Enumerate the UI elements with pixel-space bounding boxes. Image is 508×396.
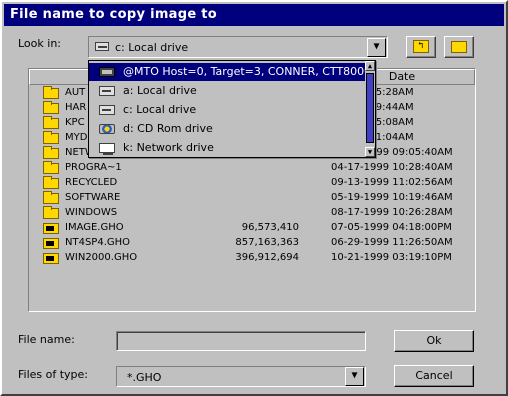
file-name: IMAGE.GHO (65, 222, 124, 233)
file-name: NT4SP4.GHO (65, 237, 131, 248)
dropdown-scrollbar[interactable]: ▲ ▼ (365, 61, 375, 157)
folder-icon (43, 131, 59, 144)
folder-icon (43, 191, 59, 204)
cancel-button[interactable]: Cancel (394, 365, 474, 387)
file-date: 08-17-1999 10:26:28AM (331, 207, 453, 218)
list-item[interactable]: RECYCLED 09-13-1999 11:02:56AM (29, 176, 475, 190)
file-type-value: *.GHO (127, 371, 162, 384)
dropdown-item-label: c: Local drive (123, 103, 197, 116)
scroll-up-arrow-icon[interactable]: ▲ (365, 61, 375, 71)
up-folder-icon: ↰ (413, 40, 429, 53)
dropdown-item-scsi[interactable]: @MTO Host=0, Target=3, CONNER, CTT8000- (89, 63, 375, 81)
look-in-value: c: Local drive (115, 41, 189, 54)
file-size: 96,573,410 (241, 222, 299, 233)
scroll-thumb[interactable] (366, 73, 374, 143)
dropdown-item-k-drive[interactable]: k: Network drive (89, 139, 367, 157)
ghost-image-icon (43, 238, 59, 249)
look-in-dropdown-list[interactable]: @MTO Host=0, Target=3, CONNER, CTT8000- … (88, 60, 376, 158)
file-date: 04-17-1999 10:28:40AM (331, 162, 453, 173)
drive-icon (95, 42, 109, 51)
file-name: WIN2000.GHO (65, 252, 138, 263)
file-name: RECYCLED (65, 177, 118, 188)
list-item[interactable]: WINDOWS 08-17-1999 10:26:28AM (29, 206, 475, 220)
look-in-dropdown-button[interactable]: ▼ (367, 38, 386, 57)
drive-icon (99, 86, 115, 96)
list-item[interactable]: IMAGE.GHO 96,573,410 07-05-1999 04:18:00… (29, 222, 475, 235)
file-name: MYD (65, 132, 88, 143)
dropdown-item-c-drive[interactable]: c: Local drive (89, 101, 367, 119)
dropdown-item-label: k: Network drive (123, 141, 214, 154)
file-size: 396,912,694 (235, 252, 299, 263)
list-item[interactable]: WIN2000.GHO 396,912,694 10-21-1999 03:19… (29, 252, 475, 265)
folder-icon (43, 86, 59, 99)
folder-icon (43, 206, 59, 219)
file-date: 10-21-1999 03:19:10PM (331, 252, 452, 263)
up-folder-button[interactable]: ↰ (406, 36, 436, 58)
look-in-label: Look in: (18, 37, 61, 50)
look-in-combo[interactable]: c: Local drive ▼ (88, 36, 388, 58)
file-name: AUT (65, 87, 86, 98)
file-name-input[interactable] (116, 331, 366, 351)
file-name: KPC (65, 117, 85, 128)
save-file-dialog: File name to copy image to Look in: c: L… (0, 0, 508, 396)
new-folder-icon (451, 41, 467, 53)
drive-icon (99, 105, 115, 115)
dropdown-item-a-drive[interactable]: a: Local drive (89, 82, 367, 100)
file-date: 07-05-1999 04:18:00PM (331, 222, 452, 233)
ghost-image-icon (43, 253, 59, 264)
ghost-image-icon (43, 223, 59, 234)
folder-icon (43, 176, 59, 189)
dropdown-item-label: @MTO Host=0, Target=3, CONNER, CTT8000- (123, 65, 376, 78)
list-item[interactable]: NT4SP4.GHO 857,163,363 06-29-1999 11:26:… (29, 237, 475, 250)
file-type-label: Files of type: (18, 368, 89, 381)
file-name: WINDOWS (65, 207, 118, 218)
ok-button[interactable]: Ok (394, 330, 474, 352)
list-item[interactable]: SOFTWARE 05-19-1999 10:19:46AM (29, 191, 475, 205)
file-name: HAR (65, 102, 87, 113)
folder-icon (43, 161, 59, 174)
ok-button-label: Ok (426, 334, 442, 347)
folder-icon (43, 116, 59, 129)
title-bar: File name to copy image to (4, 4, 504, 26)
cancel-button-label: Cancel (415, 369, 453, 382)
dropdown-item-label: a: Local drive (123, 84, 197, 97)
folder-icon (43, 146, 59, 159)
dropdown-item-label: d: CD Rom drive (123, 122, 213, 135)
dialog-title: File name to copy image to (10, 7, 218, 22)
folder-icon (43, 101, 59, 114)
file-date: 09-13-1999 11:02:56AM (331, 177, 453, 188)
file-type-combo[interactable]: *.GHO ▼ (116, 366, 366, 387)
file-name: PROGRA~1 (65, 162, 122, 173)
file-type-dropdown-button[interactable]: ▼ (345, 367, 364, 386)
network-drive-icon (99, 143, 115, 155)
scroll-down-arrow-icon[interactable]: ▼ (365, 147, 375, 157)
dropdown-item-d-drive[interactable]: d: CD Rom drive (89, 120, 367, 138)
file-name: SOFTWARE (65, 192, 121, 203)
file-name-label: File name: (18, 333, 75, 346)
file-date: 06-29-1999 11:26:50AM (331, 237, 453, 248)
cdrom-icon (99, 124, 115, 134)
list-item[interactable]: PROGRA~1 04-17-1999 10:28:40AM (29, 161, 475, 175)
new-folder-button[interactable] (444, 36, 474, 58)
file-size: 857,163,363 (235, 237, 299, 248)
file-date: 05-19-1999 10:19:46AM (331, 192, 453, 203)
scsi-disk-icon (99, 67, 115, 77)
